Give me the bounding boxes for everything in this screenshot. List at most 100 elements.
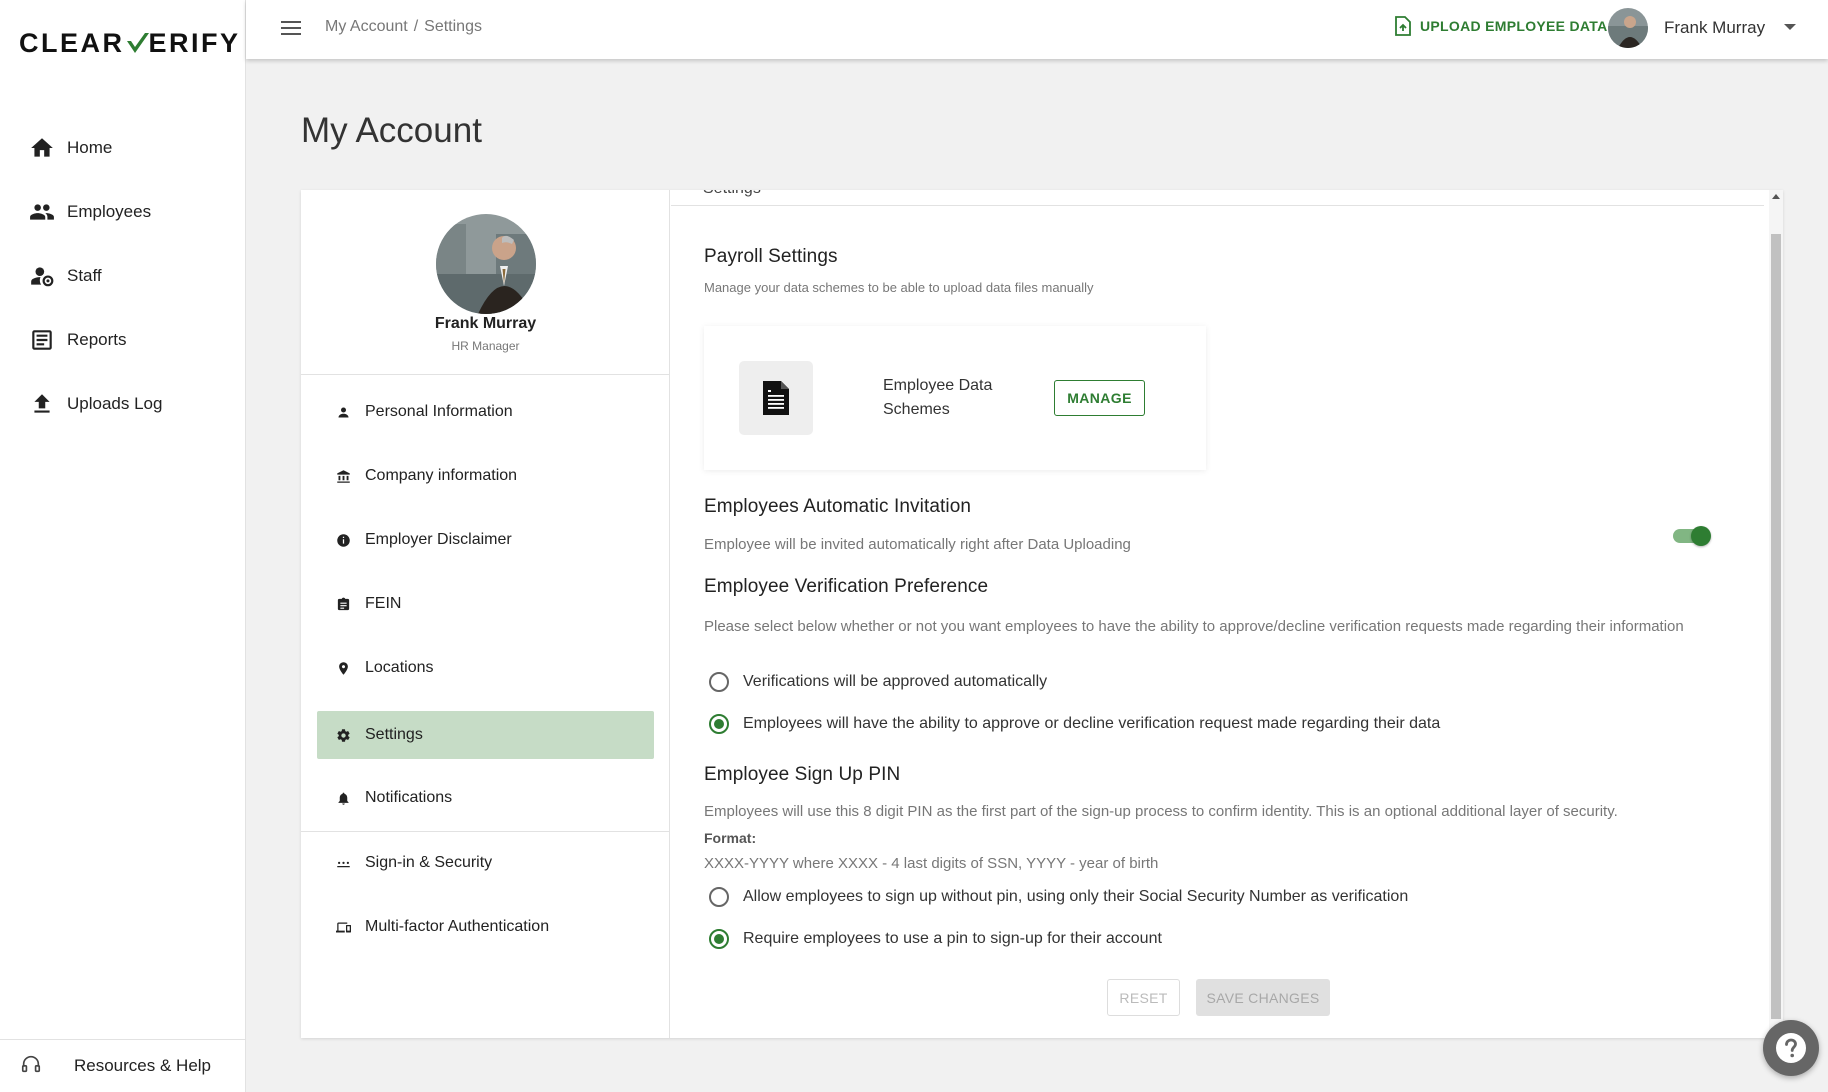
employee-data-schemes-label: Employee Data Schemes [883,377,993,418]
menu-label: Employer Disclaimer [365,531,512,548]
pin-format-value: XXXX-YYYY where XXXX - 4 last digits of … [704,855,1159,872]
settings-header: Settings [671,190,1764,206]
auto-invitation-toggle[interactable] [1671,526,1711,546]
nav-item-label: Staff [67,266,102,285]
payroll-settings-subtitle: Manage your data schemes to be able to u… [704,280,1094,295]
verification-preference-subtitle: Please select below whether or not you w… [704,618,1684,635]
help-button[interactable] [1763,1020,1819,1076]
verification-preference-title: Employee Verification Preference [704,576,989,597]
avatar[interactable] [1608,8,1648,48]
bank-icon [335,468,351,484]
menu-company-information[interactable]: Company information [317,452,654,500]
upload-icon [28,390,56,418]
divider [301,374,670,375]
upload-employee-data-button[interactable]: UPLOAD EMPLOYEE DATA [1394,16,1608,36]
headset-icon [20,1053,42,1080]
radio-circle [709,887,729,907]
upload-employee-data-label: UPLOAD EMPLOYEE DATA [1420,18,1608,34]
nav-item-reports[interactable]: Reports [0,308,245,372]
nav-item-label: Uploads Log [67,394,163,413]
settings-header-title: Settings [703,190,761,198]
gear-icon [335,727,351,743]
nav-item-staff[interactable]: Staff [0,244,245,308]
account-card: Frank Murray HR Manager Personal Informa… [301,190,1783,1038]
auto-invitation-subtitle: Employee will be invited automatically r… [704,536,1131,553]
profile-name: Frank Murray [434,315,537,332]
radio-label: Verifications will be approved automatic… [743,673,1048,690]
devices-icon [335,919,351,935]
location-pin-icon [335,660,351,676]
clipboard-icon [335,596,351,612]
manage-button[interactable]: MANAGE [1054,380,1145,416]
main-nav: Home Employees Staff Reports Uploads Log [0,116,245,436]
menu-label: FEIN [365,595,402,612]
info-icon [335,532,351,548]
menu-notifications[interactable]: Notifications [317,774,654,822]
pin-format-label: Format: [704,830,757,846]
settings-pane: Settings Payroll Settings Manage your da… [671,190,1783,1038]
auto-invitation-title: Employees Automatic Invitation [704,496,972,517]
user-name[interactable]: Frank Murray [1664,18,1765,38]
profile-panel: Frank Murray HR Manager Personal Informa… [301,190,670,1038]
nav-item-employees[interactable]: Employees [0,180,245,244]
reset-button[interactable]: RESET [1107,979,1180,1016]
nav-item-uploads-log[interactable]: Uploads Log [0,372,245,436]
top-bar: My Account / Settings UPLOAD EMPLOYEE DATA… [246,0,1828,59]
document-icon [739,361,813,435]
menu-fein[interactable]: FEIN [317,580,654,628]
save-changes-button[interactable]: SAVE CHANGES [1196,979,1330,1016]
menu-locations[interactable]: Locations [317,644,654,692]
radio-label: Require employees to use a pin to sign-u… [743,930,1162,947]
clearverify-logo[interactable]: CLEAR ERIFY [19,28,241,62]
menu-label: Multi-factor Authentication [365,918,550,935]
menu-label: Company information [365,467,518,484]
breadcrumb: My Account / Settings [325,18,482,36]
breadcrumb-separator: / [413,18,419,35]
divider [301,831,670,832]
nav-item-label: Reports [67,330,127,349]
breadcrumb-settings: Settings [424,18,482,35]
file-upload-icon [1395,16,1411,36]
sign-up-pin-subtitle: Employees will use this 8 digit PIN as t… [704,803,1618,820]
sign-up-pin-title: Employee Sign Up PIN [704,764,901,785]
nav-item-home[interactable]: Home [0,116,245,180]
profile-avatar [436,214,536,314]
radio-pin-optional[interactable]: Allow employees to sign up without pin, … [709,887,1408,907]
breadcrumb-my-account[interactable]: My Account [325,18,408,35]
bell-icon [335,790,351,806]
radio-pin-required[interactable]: Require employees to use a pin to sign-u… [709,929,1162,949]
menu-multi-factor-authentication[interactable]: Multi-factor Authentication [317,903,654,951]
scroll-up-arrow-icon[interactable] [1772,194,1780,199]
nav-item-label: Home [67,138,113,157]
checkmark-logo-icon [125,31,149,62]
menu-sign-in-security[interactable]: Sign-in & Security [317,839,654,887]
toggle-knob [1691,526,1711,546]
menu-label: Locations [365,659,434,676]
scrollbar[interactable] [1769,190,1783,1038]
menu-label: Sign-in & Security [365,854,493,871]
menu-personal-information[interactable]: Personal Information [317,388,654,436]
radio-verify-employee-choice[interactable]: Employees will have the ability to appro… [709,714,1440,734]
payroll-settings-title: Payroll Settings [704,246,838,267]
person-icon [335,404,351,420]
left-sidebar: CLEAR ERIFY Home Employees Staff Reports … [0,0,246,1092]
radio-circle [709,929,729,949]
chevron-down-icon[interactable] [1784,24,1796,30]
home-icon [28,134,56,162]
password-dots-icon [335,855,351,871]
menu-settings[interactable]: Settings [317,711,654,759]
resources-help-link[interactable]: Resources & Help [0,1039,245,1092]
question-mark-icon [1776,1033,1806,1063]
resources-label: Resources & Help [74,1056,212,1075]
nav-item-label: Employees [67,202,152,221]
radio-label: Employees will have the ability to appro… [743,715,1441,732]
hamburger-menu-icon[interactable] [279,17,303,41]
menu-employer-disclaimer[interactable]: Employer Disclaimer [317,516,654,564]
people-icon [28,198,56,226]
scrollbar-thumb[interactable] [1771,234,1781,1019]
page-title: My Account [301,111,482,150]
staff-settings-icon [28,262,56,290]
report-icon [28,326,56,354]
radio-verify-auto[interactable]: Verifications will be approved automatic… [709,672,1047,692]
radio-label: Allow employees to sign up without pin, … [743,888,1409,905]
